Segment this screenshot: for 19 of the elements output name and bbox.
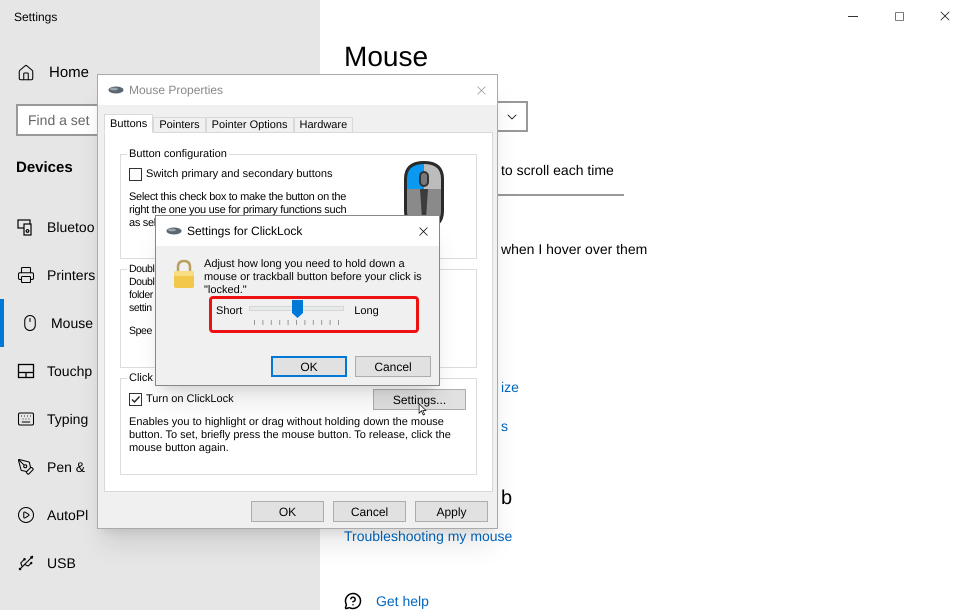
description-text: folder bbox=[129, 289, 153, 302]
setting-text: when I hover over them bbox=[501, 240, 648, 259]
setting-text: to scroll each time bbox=[501, 161, 614, 180]
dialog-title: Mouse Properties bbox=[129, 82, 224, 99]
section-heading: b bbox=[501, 486, 512, 511]
window-title: Settings bbox=[14, 10, 58, 24]
description-text: Doubl bbox=[129, 276, 154, 289]
speed-label: Spee bbox=[129, 325, 152, 338]
message-text: Adjust how long you need to hold down a mouse or trackball button before your click is "locked." bbox=[204, 258, 423, 297]
section-heading: Devices bbox=[16, 158, 73, 178]
slider-max-label: Long bbox=[354, 304, 379, 318]
page-heading: Mouse bbox=[344, 40, 428, 73]
group-label: Doubl bbox=[128, 262, 156, 276]
description-text: settin bbox=[129, 302, 152, 315]
dialog-title: Settings for ClickLock bbox=[187, 223, 302, 240]
description-text: Enables you to highlight or drag without holding down the mouse button. To set, briefly press the mouse button. To release, click the mouse button again. bbox=[129, 416, 452, 455]
group-label: Button configuration bbox=[128, 147, 228, 161]
group-label: Click bbox=[128, 371, 154, 385]
slider-min-label: Short bbox=[216, 304, 242, 318]
